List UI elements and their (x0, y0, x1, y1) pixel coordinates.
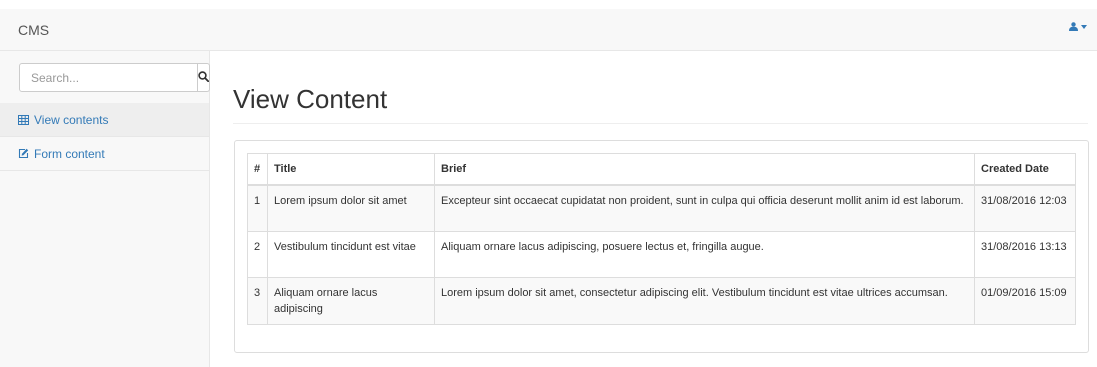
content-table: # Title Brief Created Date 1 Lorem ipsum… (247, 153, 1076, 325)
column-header-title: Title (267, 153, 435, 186)
row-brief: Excepteur sint occaecat cupidatat non pr… (434, 184, 975, 232)
row-title: Lorem ipsum dolor sit amet (267, 184, 435, 232)
table-row: 3 Aliquam ornare lacus adipiscing Lorem … (247, 276, 1076, 325)
user-menu-toggle[interactable] (1069, 22, 1087, 31)
row-title: Vestibulum tincidunt est vitae (267, 230, 435, 278)
content-panel: # Title Brief Created Date 1 Lorem ipsum… (234, 140, 1089, 353)
row-number: 3 (247, 276, 268, 325)
table-row: 1 Lorem ipsum dolor sit amet Excepteur s… (247, 184, 1076, 232)
row-brief: Aliquam ornare lacus adipiscing, posuere… (434, 230, 975, 278)
sidebar-item-view-contents[interactable]: View contents (0, 103, 209, 137)
sidebar-item-label: View contents (34, 112, 109, 127)
caret-down-icon (1081, 24, 1087, 29)
sidebar-item-form-content[interactable]: Form content (0, 137, 209, 171)
column-header-brief: Brief (434, 153, 975, 186)
edit-icon (18, 148, 29, 159)
sidebar: View contents Form content (0, 51, 210, 367)
column-header-created-date: Created Date (974, 153, 1076, 186)
row-created-date: 01/09/2016 15:09 (974, 276, 1076, 325)
table-icon (18, 114, 29, 125)
table-header-row: # Title Brief Created Date (247, 153, 1076, 186)
row-title: Aliquam ornare lacus adipiscing (267, 276, 435, 325)
row-brief: Lorem ipsum dolor sit amet, consectetur … (434, 276, 975, 325)
brand-link[interactable]: CMS (18, 22, 49, 38)
search-input[interactable] (19, 63, 198, 92)
top-navbar: CMS (0, 9, 1097, 51)
sidebar-search (19, 63, 210, 92)
row-created-date: 31/08/2016 12:03 (974, 184, 1076, 232)
search-button[interactable] (198, 63, 210, 92)
search-icon (198, 70, 210, 85)
title-divider (233, 123, 1088, 124)
row-number: 2 (247, 230, 268, 278)
sidebar-item-label: Form content (34, 146, 105, 161)
row-number: 1 (247, 184, 268, 232)
page-title: View Content (233, 84, 388, 114)
table-row: 2 Vestibulum tincidunt est vitae Aliquam… (247, 230, 1076, 278)
column-header-number: # (247, 153, 268, 186)
row-created-date: 31/08/2016 13:13 (974, 230, 1076, 278)
user-icon (1069, 22, 1078, 31)
